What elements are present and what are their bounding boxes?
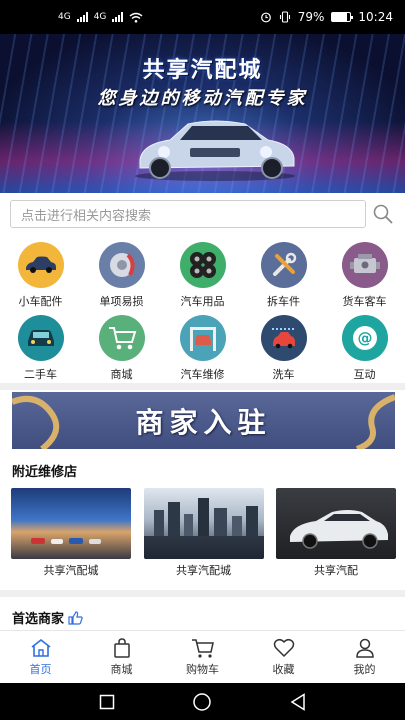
- category-truck-bus[interactable]: 货车客车: [324, 238, 405, 311]
- used-car-icon: [17, 315, 64, 361]
- bag-icon: [113, 637, 130, 658]
- thumbs-up-icon: [68, 610, 83, 625]
- back-icon[interactable]: [290, 692, 306, 711]
- svg-text:@: @: [357, 329, 372, 347]
- category-grid: 小车配件 单项易损 汽车用品 拆车件 货车客车 二手车 商城 汽车维修 洗车 @…: [0, 238, 405, 383]
- category-car-wash[interactable]: 洗车: [243, 311, 324, 383]
- category-used-car[interactable]: 二手车: [0, 311, 81, 383]
- category-label: 小车配件: [18, 295, 63, 308]
- user-icon: [355, 638, 374, 658]
- battery-icon: [331, 12, 354, 22]
- nearby-title-text: 附近维修店: [12, 465, 78, 480]
- section-divider: [0, 590, 405, 597]
- merchant-banner-text: 商家入驻: [135, 405, 272, 439]
- category-label: 汽车用品: [180, 295, 225, 308]
- signal-icon: [112, 12, 124, 22]
- at-icon: @: [341, 315, 388, 361]
- category-label: 货车客车: [342, 295, 387, 308]
- hero-banner[interactable]: 共享汽配城 您身边的移动汽配专家: [0, 34, 405, 193]
- shop-card[interactable]: 共享汽配: [276, 488, 396, 578]
- heart-icon: [273, 638, 294, 657]
- nearby-shop-list: 共享汽配城 共享汽配城 共享汽配: [11, 488, 396, 578]
- category-wear-parts[interactable]: 单项易损: [81, 238, 162, 311]
- nav-profile[interactable]: 我的: [324, 631, 405, 683]
- nav-label: 商城: [110, 662, 133, 676]
- shop-card[interactable]: 共享汽配城: [11, 488, 131, 578]
- category-label: 互动: [353, 368, 376, 381]
- nav-label: 购物车: [186, 662, 219, 676]
- category-interaction[interactable]: @ 互动: [324, 311, 405, 383]
- nav-label: 我的: [353, 662, 376, 676]
- bottom-navigation: 首页 商城 购物车 收藏 我的: [0, 630, 405, 683]
- shop-card[interactable]: 共享汽配城: [143, 488, 264, 578]
- car-image: [135, 120, 295, 181]
- category-label: 拆车件: [267, 295, 300, 308]
- section-divider: [0, 383, 405, 390]
- lift-icon: [179, 315, 226, 361]
- search-input[interactable]: 点击进行相关内容搜索: [10, 200, 366, 228]
- nav-mall[interactable]: 商城: [81, 631, 162, 683]
- nav-favorites[interactable]: 收藏: [243, 631, 324, 683]
- car-icon: [17, 242, 64, 288]
- nearby-section-title: 附近维修店: [12, 461, 77, 480]
- shop-image: [11, 488, 131, 559]
- shop-image: [143, 488, 264, 559]
- category-car-supplies[interactable]: 汽车用品: [162, 238, 243, 311]
- system-navigation-bar: [0, 683, 405, 720]
- shop-name: 共享汽配: [314, 564, 358, 577]
- recents-icon[interactable]: [99, 694, 115, 710]
- clock: 10:24: [358, 10, 393, 24]
- home-icon: [31, 638, 50, 657]
- status-bar: 4G 4G 79% 10:24: [0, 0, 405, 34]
- search-bar: 点击进行相关内容搜索: [0, 193, 405, 235]
- nav-cart[interactable]: 购物车: [162, 631, 243, 683]
- category-label: 单项易损: [99, 295, 144, 308]
- category-label: 洗车: [272, 368, 295, 381]
- category-label: 商城: [110, 368, 133, 381]
- cart-icon: [98, 315, 145, 361]
- nav-home[interactable]: 首页: [0, 631, 81, 683]
- category-dismantled-parts[interactable]: 拆车件: [243, 238, 324, 311]
- cart-icon: [191, 638, 214, 658]
- brake-disc-icon: [98, 242, 145, 288]
- category-label: 汽车维修: [180, 368, 225, 381]
- vibrate-icon: [279, 11, 290, 23]
- network-label-1: 4G: [58, 12, 71, 22]
- search-button[interactable]: [372, 203, 394, 225]
- banner-title: 共享汽配城: [142, 58, 263, 83]
- shop-name: 共享汽配城: [43, 564, 99, 577]
- nav-label: 首页: [29, 662, 52, 676]
- preferred-title-text: 首选商家: [12, 612, 65, 627]
- network-label-2: 4G: [93, 12, 107, 22]
- nav-label: 收藏: [272, 662, 295, 676]
- engine-icon: [341, 242, 388, 288]
- alarm-icon: [260, 12, 271, 23]
- category-small-car-parts[interactable]: 小车配件: [0, 238, 81, 311]
- category-label: 二手车: [24, 368, 57, 381]
- battery-percent: 79%: [297, 10, 325, 24]
- shop-name: 共享汽配城: [176, 564, 231, 577]
- car-wash-icon: [260, 315, 307, 361]
- category-mall[interactable]: 商城: [81, 311, 162, 383]
- preferred-section-title: 首选商家: [12, 608, 83, 627]
- merchant-join-banner[interactable]: 商家入驻: [12, 392, 395, 449]
- banner-subtitle: 您身边的移动汽配专家: [97, 88, 308, 109]
- shop-image: [276, 488, 396, 559]
- search-icon: [373, 204, 393, 224]
- home-button-icon[interactable]: [192, 692, 212, 712]
- signal-icon: [76, 12, 88, 22]
- tools-icon: [260, 242, 307, 288]
- wifi-icon: [129, 12, 143, 23]
- tires-icon: [179, 242, 226, 288]
- category-car-repair[interactable]: 汽车维修: [162, 311, 243, 383]
